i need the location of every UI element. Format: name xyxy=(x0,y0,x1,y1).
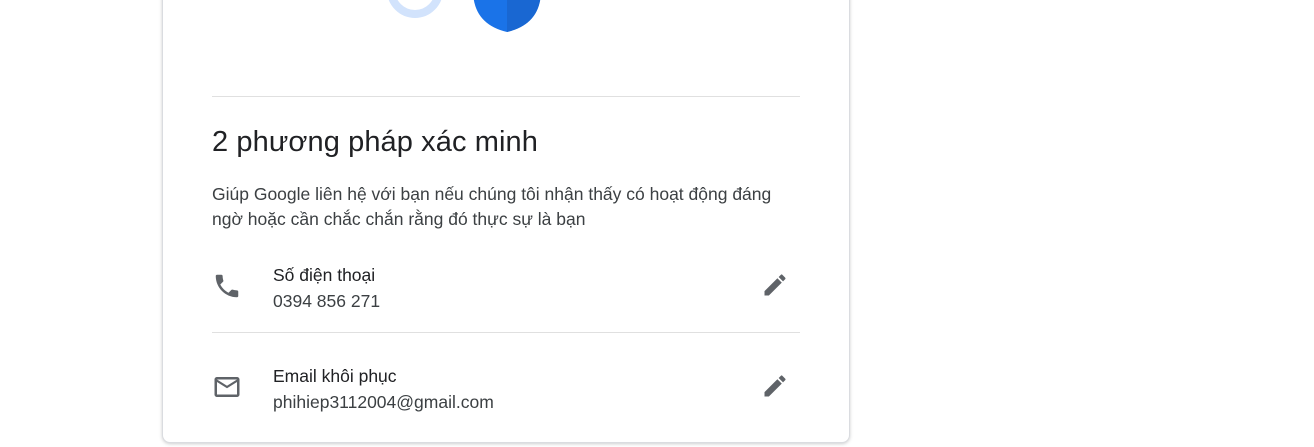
edit-pencil-icon xyxy=(764,274,786,296)
phone-number-value: 0394 856 271 xyxy=(273,291,381,311)
method-divider xyxy=(212,332,800,333)
method-row-recovery-email[interactable]: Email khôi phục phihiep3112004@gmail.com xyxy=(212,362,800,442)
method-row-phone[interactable]: Số điện thoại 0394 856 271 xyxy=(212,261,800,341)
security-illustration xyxy=(388,0,541,32)
mail-icon xyxy=(214,377,240,397)
method-label: Email khôi phục xyxy=(273,366,397,386)
method-label: Số điện thoại xyxy=(273,265,376,285)
edit-pencil-icon xyxy=(764,375,786,397)
section-description: Giúp Google liên hệ với bạn nếu chúng tô… xyxy=(212,184,772,229)
top-divider xyxy=(212,96,800,97)
illustration-ring-shape xyxy=(388,0,442,18)
section-title: 2 phương pháp xác minh xyxy=(212,126,539,158)
recovery-email-value: phihiep3112004@gmail.com xyxy=(273,392,494,412)
verification-card: 2 phương pháp xác minh Giúp Google liên … xyxy=(162,0,850,443)
edit-phone-button[interactable] xyxy=(752,262,798,308)
phone-icon xyxy=(215,274,239,298)
edit-recovery-email-button[interactable] xyxy=(752,363,798,409)
